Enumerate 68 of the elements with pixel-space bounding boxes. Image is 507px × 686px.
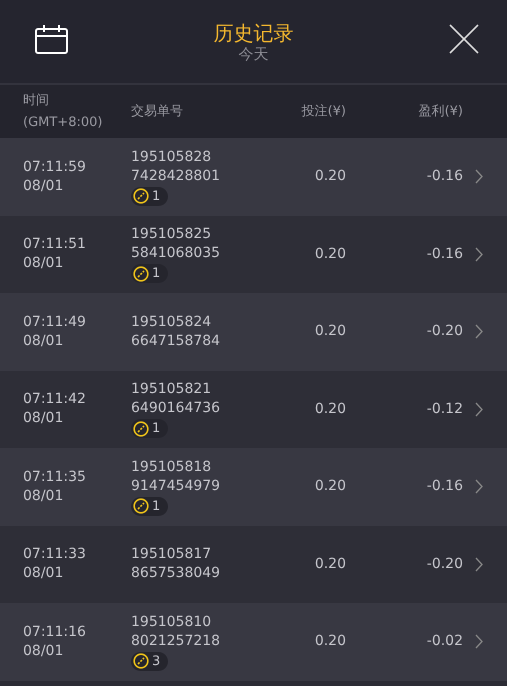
profit-amount: -0.02 [426, 632, 463, 652]
close-button[interactable] [449, 24, 479, 54]
time-text: 07:11:35 [23, 468, 87, 487]
stake-amount: 0.20 [314, 167, 346, 186]
stake-amount: 0.20 [314, 554, 346, 574]
profit-amount: -0.16 [426, 244, 463, 264]
order-number: 6490164736 [131, 399, 220, 418]
stake-amount: 0.20 [314, 244, 346, 264]
profit-amount: -0.12 [426, 400, 463, 419]
stake-amount: 0.20 [314, 400, 346, 419]
column-header: (GMT+8:00) [23, 114, 104, 132]
order-number: 9147454979 [131, 476, 220, 496]
chevron-right-icon[interactable] [475, 402, 483, 417]
order-number: 6647158784 [131, 332, 220, 351]
date-text: 08/01 [23, 176, 64, 196]
chevron-right-icon[interactable] [475, 169, 483, 184]
time-text: 07:11:16 [23, 622, 87, 642]
profit-amount: -0.16 [426, 167, 463, 186]
order-number: 195105825 [131, 225, 212, 244]
column-header: 交易单号 [131, 104, 183, 119]
stake-amount: 0.20 [314, 632, 346, 652]
chevron-right-icon[interactable] [475, 479, 483, 494]
calendar-icon[interactable] [35, 25, 68, 54]
time-text: 07:11:42 [23, 390, 87, 410]
column-header: 盈利(¥) [418, 104, 463, 119]
chevron-right-icon[interactable] [475, 634, 483, 650]
link-icon [133, 653, 149, 670]
date-text: 08/01 [23, 332, 64, 351]
link-count-badge: 1 [131, 186, 168, 206]
stake-amount: 0.20 [314, 322, 346, 342]
time-text: 07:11:51 [23, 235, 87, 254]
order-number: 195105828 [131, 148, 212, 167]
order-number: 195105810 [131, 612, 212, 632]
link-icon [133, 266, 149, 282]
link-count-badge: 1 [131, 496, 168, 516]
date-text: 08/01 [23, 486, 64, 506]
link-icon [133, 498, 149, 514]
date-filter-label: 今天 [238, 44, 268, 62]
column-header: 时间 [23, 92, 50, 110]
date-text: 08/01 [23, 409, 64, 428]
link-count-badge: 1 [131, 264, 168, 284]
date-text: 08/01 [23, 564, 64, 584]
stake-amount: 0.20 [314, 477, 346, 496]
link-count-badge: 1 [131, 419, 168, 438]
chevron-right-icon[interactable] [475, 324, 483, 340]
column-header: 投注(¥) [302, 104, 346, 119]
page-title: 历史记录 [214, 20, 294, 44]
link-icon [133, 420, 149, 437]
time-text: 07:11:59 [23, 158, 87, 177]
profit-amount: -0.16 [426, 477, 463, 496]
time-text: 07:11:33 [23, 545, 87, 564]
order-number: 195105818 [131, 458, 212, 477]
chevron-right-icon[interactable] [475, 556, 483, 572]
profit-amount: -0.20 [426, 322, 463, 342]
date-text: 08/01 [23, 642, 64, 661]
profit-amount: -0.20 [426, 554, 463, 574]
chevron-right-icon[interactable] [475, 246, 483, 262]
date-text: 08/01 [23, 254, 64, 274]
order-number: 8657538049 [131, 564, 220, 584]
order-number: 8021257218 [131, 632, 220, 651]
link-count-badge: 3 [131, 652, 168, 671]
order-number: 195105824 [131, 312, 212, 332]
order-number: 7428428801 [131, 166, 220, 186]
order-number: 195105821 [131, 380, 212, 400]
order-number: 5841068035 [131, 244, 220, 264]
time-text: 07:11:49 [23, 312, 87, 332]
link-icon [133, 188, 149, 204]
order-number: 195105817 [131, 545, 212, 564]
